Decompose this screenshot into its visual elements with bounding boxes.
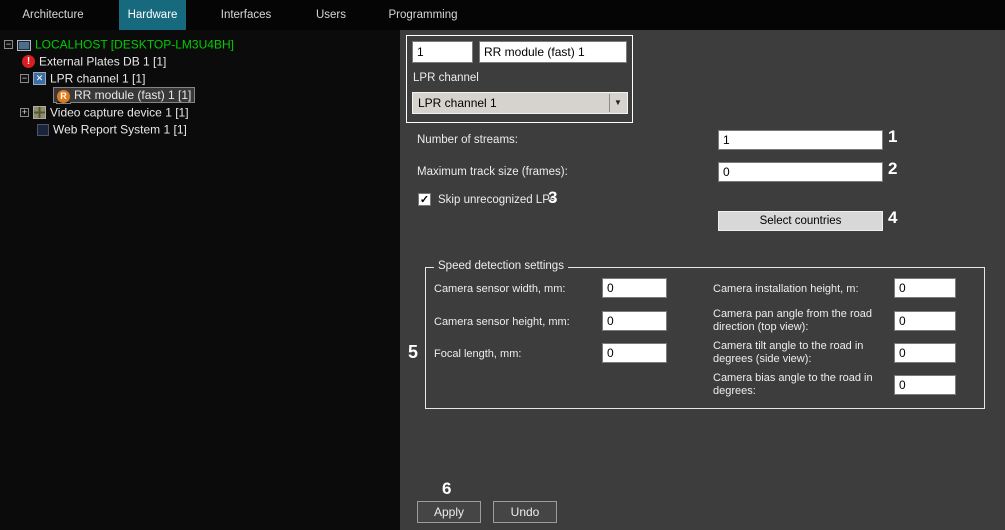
tab-programming[interactable]: Programming	[382, 0, 464, 30]
tree-item-label: Web Report System 1 [1]	[53, 122, 187, 136]
tree-item-label: RR module (fast) 1 [1]	[74, 88, 191, 102]
skip-unrecognized-lps-label: Skip unrecognized LPs	[438, 194, 556, 206]
lpr-channel-dropdown-value: LPR channel 1	[418, 96, 497, 110]
top-tab-bar: Architecture Hardware Interfaces Users P…	[0, 0, 1005, 30]
max-track-size-label: Maximum track size (frames):	[417, 166, 568, 178]
tree-item-label: LPR channel 1 [1]	[50, 71, 145, 85]
pan-angle-field[interactable]	[894, 311, 956, 331]
bias-angle-label: Camera bias angle to the road in degrees…	[713, 372, 889, 397]
tree-item-localhost[interactable]: − LOCALHOST [DESKTOP-LM3U4BH]	[0, 36, 400, 53]
lpr-channel-icon: ✕	[33, 72, 46, 85]
annotation-6: 6	[442, 479, 451, 499]
tree-item-web-report-system[interactable]: Web Report System 1 [1]	[0, 121, 400, 138]
chevron-down-icon[interactable]: ▼	[609, 94, 626, 112]
tab-architecture[interactable]: Architecture	[14, 0, 92, 30]
tree-item-lpr-channel[interactable]: −✕ LPR channel 1 [1]	[0, 70, 400, 87]
collapse-icon[interactable]: −	[4, 40, 13, 49]
tree-item-rr-module[interactable]: R RR module (fast) 1 [1]	[0, 87, 400, 104]
tree-item-label: Video capture device 1 [1]	[50, 105, 189, 119]
annotation-5: 5	[408, 342, 418, 363]
tree-item-video-capture-device[interactable]: + Video capture device 1 [1]	[0, 104, 400, 121]
app-window: Architecture Hardware Interfaces Users P…	[0, 0, 1005, 530]
annotation-2: 2	[888, 159, 897, 179]
annotation-4: 4	[888, 208, 897, 228]
rr-module-icon: R	[57, 90, 70, 103]
pan-angle-label: Camera pan angle from the road direction…	[713, 308, 889, 333]
focal-length-label: Focal length, mm:	[434, 348, 599, 361]
sensor-height-label: Camera sensor height, mm:	[434, 316, 599, 329]
rr-module-settings-panel: LPR channel LPR channel 1 ▼ Number of st…	[400, 30, 1005, 530]
tab-interfaces[interactable]: Interfaces	[212, 0, 280, 30]
object-id-field[interactable]	[412, 41, 473, 63]
sensor-width-field[interactable]	[602, 278, 667, 298]
focal-length-field[interactable]	[602, 343, 667, 363]
tab-hardware[interactable]: Hardware	[119, 0, 186, 30]
installation-height-field[interactable]	[894, 278, 956, 298]
annotation-1: 1	[888, 127, 897, 147]
tilt-angle-field[interactable]	[894, 343, 956, 363]
undo-button[interactable]: Undo	[493, 501, 557, 523]
tree-item-label: External Plates DB 1 [1]	[39, 54, 166, 68]
speed-group-title: Speed detection settings	[434, 260, 568, 272]
speed-detection-settings-group: Speed detection settings Camera sensor w…	[425, 267, 985, 409]
lpr-channel-dropdown[interactable]: LPR channel 1 ▼	[412, 92, 628, 114]
bias-angle-field[interactable]	[894, 375, 956, 395]
video-device-icon	[33, 106, 46, 119]
number-of-streams-field[interactable]	[718, 130, 883, 150]
select-countries-button[interactable]: Select countries	[718, 211, 883, 231]
tab-users[interactable]: Users	[306, 0, 356, 30]
hardware-tree: − LOCALHOST [DESKTOP-LM3U4BH] ! External P…	[0, 30, 400, 530]
tree-item-external-plates-db[interactable]: ! External Plates DB 1 [1]	[0, 53, 400, 70]
lpr-channel-label: LPR channel	[413, 72, 479, 84]
sensor-width-label: Camera sensor width, mm:	[434, 283, 599, 296]
sensor-height-field[interactable]	[602, 311, 667, 331]
web-report-icon	[37, 124, 49, 136]
object-name-field[interactable]	[479, 41, 627, 63]
tilt-angle-label: Camera tilt angle to the road in degrees…	[713, 340, 889, 365]
skip-unrecognized-lps-checkbox[interactable]: ✓	[418, 193, 431, 206]
tree-item-label: LOCALHOST [DESKTOP-LM3U4BH]	[35, 37, 234, 51]
annotation-3: 3	[548, 188, 557, 208]
expand-icon[interactable]: +	[20, 108, 29, 117]
max-track-size-field[interactable]	[718, 162, 883, 182]
identity-box: LPR channel LPR channel 1 ▼	[406, 35, 633, 123]
alert-exclamation-icon: !	[22, 55, 35, 68]
apply-button[interactable]: Apply	[417, 501, 481, 523]
collapse-icon[interactable]: −	[20, 74, 29, 83]
number-of-streams-label: Number of streams:	[417, 134, 518, 146]
installation-height-label: Camera installation height, m:	[713, 283, 889, 296]
computer-icon	[17, 40, 31, 51]
